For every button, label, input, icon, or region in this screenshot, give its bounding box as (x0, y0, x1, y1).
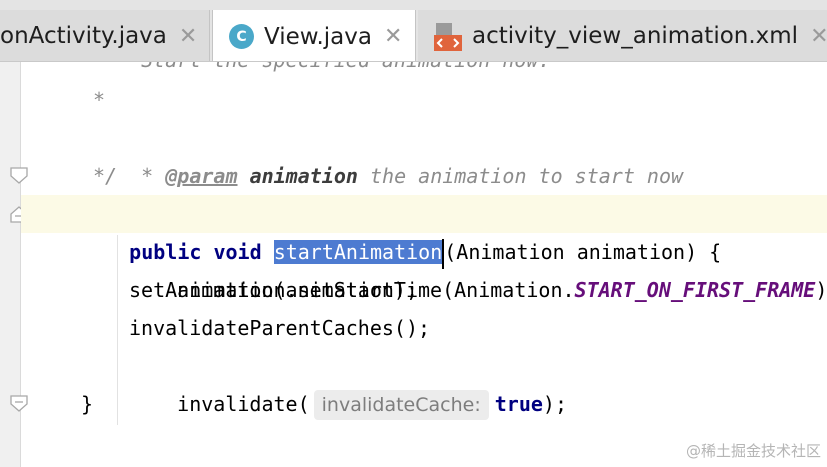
statement-end: ); (542, 392, 567, 416)
code-line-2: * (93, 88, 106, 112)
code-line-8: invalidateParentCaches(); (129, 316, 431, 340)
tab-activity-view-animation-xml[interactable]: activity_view_animation.xml ✕ (418, 10, 827, 61)
close-icon[interactable]: ✕ (384, 24, 402, 49)
xml-layout-icon (434, 23, 462, 51)
editor-tab-bar: onActivity.java ✕ C View.java ✕ activity… (0, 0, 827, 62)
code-line-6: animation.setStartTime(Animation.START_O… (129, 233, 827, 302)
code-editor[interactable]: * Start the specified animation now. * *… (21, 62, 827, 467)
code-line-5: public void startAnimation (Animation ani… (81, 195, 721, 269)
watermark: @稀土掘金技术社区 (685, 442, 821, 460)
statement-end: ); (815, 278, 827, 302)
call-invalidate: invalidate( (177, 392, 310, 416)
code-line-3: * @param animation the animation to star… (93, 119, 683, 188)
constant-start-on-first-frame: START_ON_FIRST_FRAME (574, 278, 816, 302)
parameter-hint: invalidateCache: (313, 390, 489, 420)
tab-view-java[interactable]: C View.java ✕ (212, 10, 416, 61)
javadoc-param-tag: @param (165, 164, 238, 188)
tab-label: View.java (264, 23, 372, 50)
tab-onactivity-java[interactable]: onActivity.java ✕ (0, 10, 210, 61)
comment-star: * (141, 164, 166, 188)
code-line-1: * Start the specified animation now. (117, 62, 550, 79)
code-line-10: } (81, 392, 94, 416)
code-line-9: invalidate(invalidateCache: true); (129, 347, 567, 420)
javadoc-param-desc: the animation to start now (369, 164, 684, 188)
tab-label: onActivity.java (0, 23, 167, 49)
keyword-true: true (494, 392, 543, 416)
editor-gutter (0, 62, 28, 467)
java-class-icon: C (229, 24, 254, 49)
close-icon[interactable]: ✕ (810, 24, 827, 49)
close-icon[interactable]: ✕ (179, 24, 197, 49)
code-line-4: */ (93, 164, 118, 188)
tab-label: activity_view_animation.xml (472, 23, 799, 49)
javadoc-param-name: animation (249, 164, 358, 188)
code-line-7: setAnimation(animation); (129, 278, 418, 302)
